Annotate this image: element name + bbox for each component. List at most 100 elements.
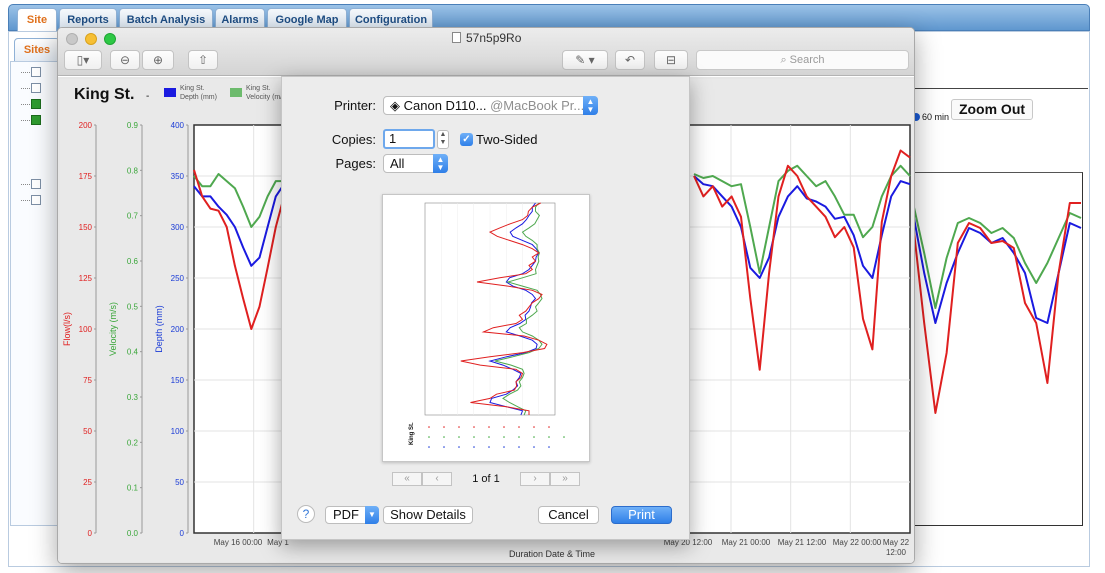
thumb-tick bbox=[473, 426, 475, 428]
window-title: 57n5p9Ro bbox=[452, 31, 521, 45]
stepper-icon: ▲ ▼ bbox=[439, 131, 447, 146]
printer-select[interactable]: ◈ Canon D110... @MacBook Pr... ▲ ▼ bbox=[383, 96, 598, 115]
x-tick-label: May 16 00:00 bbox=[214, 538, 263, 547]
sites-tab[interactable]: Sites bbox=[14, 38, 60, 62]
thumb-tick bbox=[428, 426, 430, 428]
thumb-tick bbox=[473, 436, 475, 438]
sidebar-toggle-button[interactable]: ▯▾ bbox=[64, 50, 102, 70]
tree-item[interactable] bbox=[17, 98, 57, 110]
zoom-in-toolbar-button[interactable]: ⊕ bbox=[142, 50, 174, 70]
thumb-tick bbox=[488, 426, 490, 428]
tree-item[interactable] bbox=[17, 178, 57, 190]
x-axis-label: Duration Date & Time bbox=[509, 549, 595, 559]
copies-input[interactable]: 1 bbox=[383, 129, 435, 149]
rotate-icon: ↶ bbox=[624, 53, 636, 67]
y-tick-label: 0.9 bbox=[127, 121, 139, 130]
thumb-tick bbox=[443, 436, 445, 438]
copies-label: Copies: bbox=[331, 132, 376, 147]
y-tick-label: 250 bbox=[171, 274, 185, 283]
markup-icon: ✎ ▾ bbox=[575, 53, 595, 67]
printer-host: @MacBook Pr... bbox=[490, 98, 585, 113]
next-page-button[interactable]: › bbox=[520, 472, 550, 486]
thumb-title: King St. bbox=[409, 422, 415, 445]
y-tick-label: 0.6 bbox=[127, 257, 139, 266]
show-details-button[interactable]: Show Details bbox=[383, 506, 473, 524]
tree-item[interactable] bbox=[17, 66, 57, 78]
page-count: 1 of 1 bbox=[472, 473, 500, 485]
share-icon: ⇧ bbox=[197, 53, 209, 67]
copies-stepper[interactable]: ▲ ▼ bbox=[437, 130, 449, 149]
background-chart bbox=[912, 172, 1083, 526]
thumb-tick bbox=[518, 426, 520, 428]
y-axis-label: Velocity (m/s) bbox=[108, 302, 118, 356]
first-page-button[interactable]: « bbox=[392, 472, 422, 486]
x-tick-label: May 22 00:00 bbox=[833, 538, 882, 547]
thumb-tick bbox=[503, 436, 505, 438]
thumb-tick bbox=[533, 446, 535, 448]
zoom-out-toolbar-button[interactable]: ⊖ bbox=[110, 50, 140, 70]
checkbox-icon bbox=[31, 179, 41, 189]
printer-icon: ◈ bbox=[390, 98, 404, 113]
y-tick-label: 100 bbox=[79, 325, 93, 334]
close-window-button[interactable] bbox=[66, 33, 78, 45]
zoom-out-button[interactable]: Zoom Out bbox=[951, 99, 1033, 120]
last-page-button[interactable]: » bbox=[550, 472, 580, 486]
y-tick-label: 0 bbox=[88, 529, 93, 538]
y-tick-label: 0.5 bbox=[127, 302, 139, 311]
folder-icon bbox=[31, 99, 41, 109]
chevron-updown-icon: ▲ ▼ bbox=[583, 96, 598, 115]
print-preview: King St. bbox=[382, 194, 590, 462]
y-tick-label: 0.2 bbox=[127, 438, 139, 447]
thumb-tick bbox=[458, 436, 460, 438]
tree-item[interactable] bbox=[17, 114, 57, 126]
cancel-button[interactable]: Cancel bbox=[538, 506, 599, 524]
chevron-updown-icon: ▲ ▼ bbox=[433, 154, 448, 173]
markup-button[interactable]: ✎ ▾ bbox=[562, 50, 608, 70]
sites-tree-panel bbox=[10, 61, 60, 526]
share-button[interactable]: ⇧ bbox=[188, 50, 218, 70]
background-chart-svg bbox=[912, 202, 1082, 414]
search-input[interactable]: ⌕ Search bbox=[696, 50, 909, 70]
toolbox-button[interactable]: ⊟ bbox=[654, 50, 688, 70]
checkbox-icon bbox=[31, 83, 41, 93]
zoom-window-button[interactable] bbox=[104, 33, 116, 45]
question-icon: ? bbox=[302, 507, 310, 521]
print-button[interactable]: Print bbox=[611, 506, 672, 524]
sidebar-icon: ▯▾ bbox=[76, 53, 90, 67]
interval-label: 60 min bbox=[922, 112, 950, 122]
minimize-window-button[interactable] bbox=[85, 33, 97, 45]
thumb-tick bbox=[533, 436, 535, 438]
y-tick-label: 200 bbox=[79, 121, 93, 130]
thumb-tick bbox=[548, 426, 550, 428]
y-tick-label: 150 bbox=[79, 223, 93, 232]
preview-thumbnail: King St. bbox=[409, 202, 565, 448]
pages-select[interactable]: All ▲ ▼ bbox=[383, 154, 448, 173]
two-sided-label: Two-Sided bbox=[476, 132, 538, 147]
legend-swatch bbox=[164, 88, 176, 97]
help-button[interactable]: ? bbox=[297, 505, 315, 523]
thumb-tick bbox=[518, 436, 520, 438]
tree-item[interactable] bbox=[17, 194, 57, 206]
folder-icon bbox=[31, 115, 41, 125]
x-tick-label: May 21 12:00 bbox=[778, 538, 827, 547]
tree-item[interactable] bbox=[17, 82, 57, 94]
previous-page-button[interactable]: ‹ bbox=[422, 472, 452, 486]
pdf-menu-button[interactable]: PDF ▼ bbox=[325, 506, 379, 524]
y-tick-label: 400 bbox=[171, 121, 185, 130]
window-titlebar: 57n5p9Ro ▯▾ ⊖ ⊕ ⇧ ✎ ▾ ↶ ⊟ ⌕ Search bbox=[58, 28, 914, 76]
y-tick-label: 50 bbox=[175, 478, 184, 487]
search-icon: ⌕ bbox=[780, 54, 790, 66]
chevron-left-icon: ‹ bbox=[435, 473, 439, 484]
thumb-tick bbox=[443, 446, 445, 448]
two-sided-checkbox[interactable]: ✓ bbox=[460, 133, 473, 146]
background-series-line bbox=[912, 202, 1081, 414]
y-tick-label: 25 bbox=[83, 478, 92, 487]
tab-site[interactable]: Site bbox=[17, 8, 57, 32]
y-tick-label: 0.1 bbox=[127, 484, 139, 493]
chevron-down-icon: ▼ bbox=[365, 506, 379, 524]
rotate-button[interactable]: ↶ bbox=[615, 50, 645, 70]
thumb-tick bbox=[443, 426, 445, 428]
zoom-out-icon: ⊖ bbox=[119, 53, 131, 67]
interval-radio[interactable]: 60 min bbox=[912, 112, 949, 122]
pages-label: Pages: bbox=[335, 156, 376, 171]
